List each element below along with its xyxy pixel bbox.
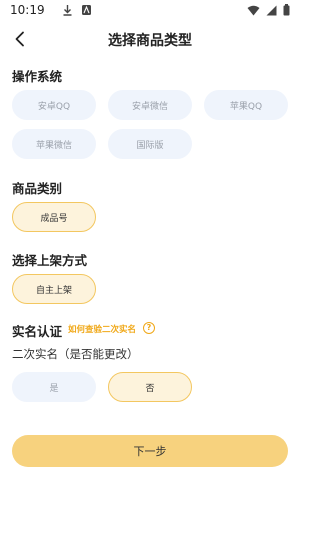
option-os-international[interactable]: 国际版 (108, 129, 192, 159)
section-title-verify: 实名认证 (12, 324, 63, 339)
nav-bar: 选择商品类型 (0, 24, 300, 54)
option-os-ios-qq[interactable]: 苹果QQ (204, 90, 288, 120)
page-title: 选择商品类型 (108, 33, 192, 49)
section-title-category: 商品类别 (12, 181, 63, 196)
help-circle-icon[interactable]: ? (143, 322, 155, 334)
section-title-listing: 选择上架方式 (12, 253, 88, 268)
notification-icons (62, 4, 92, 16)
option-os-android-qq[interactable]: 安卓QQ (12, 90, 96, 120)
status-bar: 10:19 (0, 0, 300, 22)
signal-icon (266, 5, 277, 15)
option-os-ios-wechat[interactable]: 苹果微信 (12, 129, 96, 159)
verify-help-link[interactable]: 如何查验二次实名 (68, 323, 136, 335)
app-notification-icon (82, 5, 91, 15)
section-title-os: 操作系统 (12, 69, 63, 84)
option-os-android-wechat[interactable]: 安卓微信 (108, 90, 192, 120)
next-step-button[interactable]: 下一步 (12, 435, 288, 467)
status-time: 10:19 (10, 3, 45, 17)
option-listing-self[interactable]: 自主上架 (12, 274, 96, 304)
option-category-finished-account[interactable]: 成品号 (12, 202, 96, 232)
option-verify-no[interactable]: 否 (108, 372, 192, 402)
option-verify-yes[interactable]: 是 (12, 372, 96, 402)
download-icon (63, 5, 72, 16)
second-verify-question: 二次实名（是否能更改） (12, 347, 139, 361)
battery-icon (283, 4, 290, 16)
wifi-icon (247, 5, 260, 15)
system-status-icons (247, 4, 290, 16)
